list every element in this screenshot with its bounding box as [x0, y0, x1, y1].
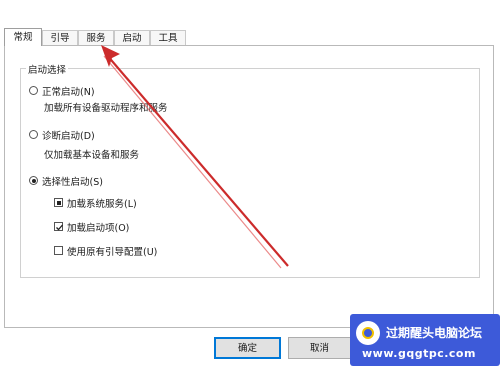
selective-startup-label[interactable]: 选择性启动(S): [42, 174, 103, 188]
tab-tools[interactable]: 工具: [150, 30, 186, 45]
startup-selection-legend: 启动选择: [26, 62, 69, 76]
diagnostic-startup-label[interactable]: 诊断启动(D): [42, 128, 95, 142]
use-original-boot-config-checkbox[interactable]: [54, 246, 63, 255]
watermark-url: www.gqgtpc.com: [362, 347, 476, 360]
diagnostic-startup-description: 仅加载基本设备和服务: [44, 150, 140, 161]
normal-startup-label[interactable]: 正常启动(N): [42, 84, 95, 98]
watermark-logo-icon: [356, 321, 380, 345]
tab-general[interactable]: 常规: [4, 28, 42, 46]
normal-startup-radio[interactable]: [29, 86, 38, 95]
site-watermark: 过期醒头电脑论坛 www.gqgtpc.com: [350, 314, 500, 366]
load-startup-items-label[interactable]: 加载启动项(O): [67, 220, 129, 234]
diagnostic-startup-radio[interactable]: [29, 130, 38, 139]
load-system-services-checkbox[interactable]: [54, 198, 63, 207]
ok-button[interactable]: 确定: [214, 337, 281, 359]
load-startup-items-checkbox[interactable]: [54, 222, 63, 231]
load-system-services-label[interactable]: 加载系统服务(L): [67, 196, 137, 210]
cancel-button[interactable]: 取消: [288, 337, 351, 359]
normal-startup-description: 加载所有设备驱动程序和服务: [44, 103, 168, 114]
tab-boot[interactable]: 引导: [42, 30, 78, 45]
selective-startup-radio[interactable]: [29, 176, 38, 185]
watermark-title: 过期醒头电脑论坛: [386, 326, 483, 340]
tab-startup[interactable]: 启动: [114, 30, 150, 45]
use-original-boot-config-label[interactable]: 使用原有引导配置(U): [67, 244, 157, 258]
checkmark-icon: [56, 224, 63, 231]
tab-services[interactable]: 服务: [78, 30, 114, 45]
